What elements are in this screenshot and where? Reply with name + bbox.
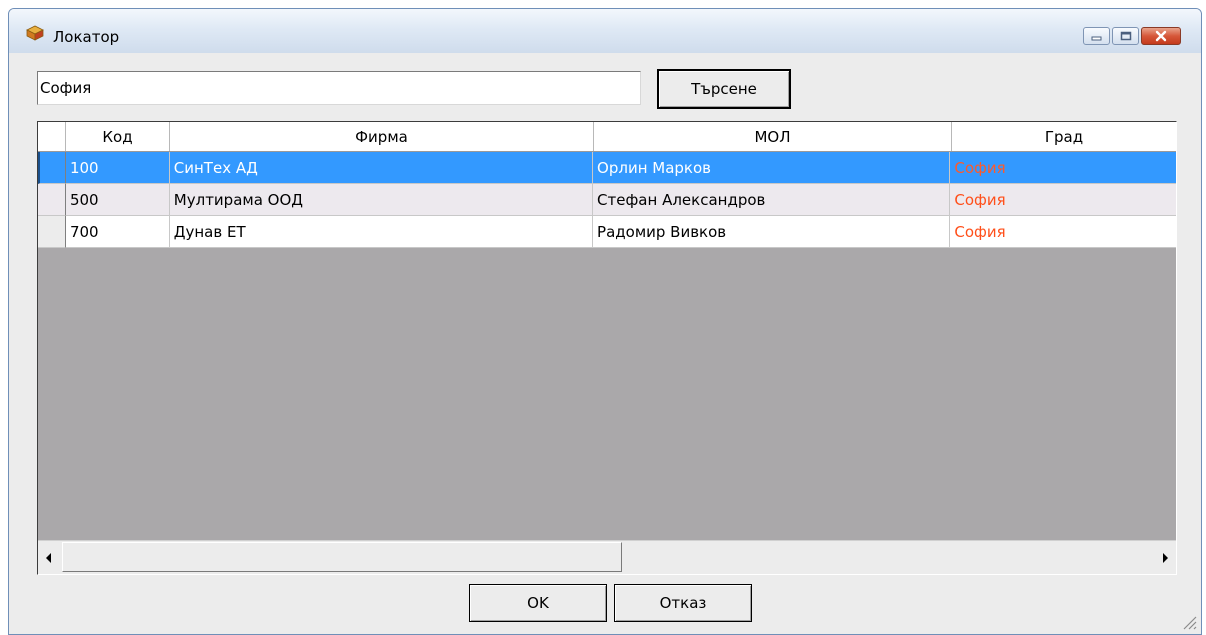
cell-code: 100 [65,152,170,184]
horizontal-scrollbar[interactable] [38,540,1176,574]
row-indicator[interactable] [38,152,66,184]
cell-firm: Мултирама ООД [169,184,594,216]
cell-city: София [950,216,1176,248]
minimize-icon [1091,36,1101,41]
ok-button[interactable]: OK [469,584,607,622]
scroll-right-button[interactable] [1154,541,1176,574]
row-indicator[interactable] [38,184,66,216]
arrow-left-icon [46,552,51,563]
minimize-button[interactable] [1083,27,1110,45]
resize-grip-icon[interactable] [1181,614,1197,630]
maximize-button[interactable] [1112,27,1139,45]
cell-firm: СинТех АД [169,152,594,184]
header-mol[interactable]: МОЛ [594,122,952,151]
header-indicator [38,122,66,151]
arrow-right-icon [1163,552,1168,563]
table-row[interactable]: 100 СинТех АД Орлин Марков София [38,152,1176,184]
cell-city: София [950,184,1176,216]
scroll-left-button[interactable] [38,541,60,574]
scroll-thumb[interactable] [62,542,622,572]
window-title: Локатор [53,28,120,46]
locator-window: Локатор Търсене Код [8,8,1202,635]
header-code[interactable]: Код [66,122,170,151]
cell-mol: Стефан Александров [593,184,951,216]
grid-header: Код Фирма МОЛ Град [38,122,1176,152]
maximize-icon [1120,31,1131,41]
cell-code: 700 [65,216,170,248]
grid-rows: 100 СинТех АД Орлин Марков София 500 Мул… [38,152,1176,248]
close-icon [1155,30,1167,42]
results-grid[interactable]: Код Фирма МОЛ Град 100 СинТех АД Орлин М… [37,121,1177,575]
cell-firm: Дунав ЕТ [169,216,594,248]
row-indicator[interactable] [38,216,66,248]
cell-city: София [950,152,1176,184]
title-bar[interactable]: Локатор [9,9,1201,53]
search-input[interactable] [37,71,641,105]
search-button[interactable]: Търсене [657,69,791,109]
cell-mol: Орлин Марков [593,152,951,184]
table-row[interactable]: 500 Мултирама ООД Стефан Александров Соф… [38,184,1176,216]
app-icon [26,25,44,41]
close-button[interactable] [1141,27,1181,45]
cell-code: 500 [65,184,170,216]
cancel-button[interactable]: Отказ [614,584,752,622]
header-city[interactable]: Град [952,122,1176,151]
table-row[interactable]: 700 Дунав ЕТ Радомир Вивков София [38,216,1176,248]
cell-mol: Радомир Вивков [593,216,951,248]
caption-buttons [1083,27,1181,45]
header-firm[interactable]: Фирма [170,122,594,151]
